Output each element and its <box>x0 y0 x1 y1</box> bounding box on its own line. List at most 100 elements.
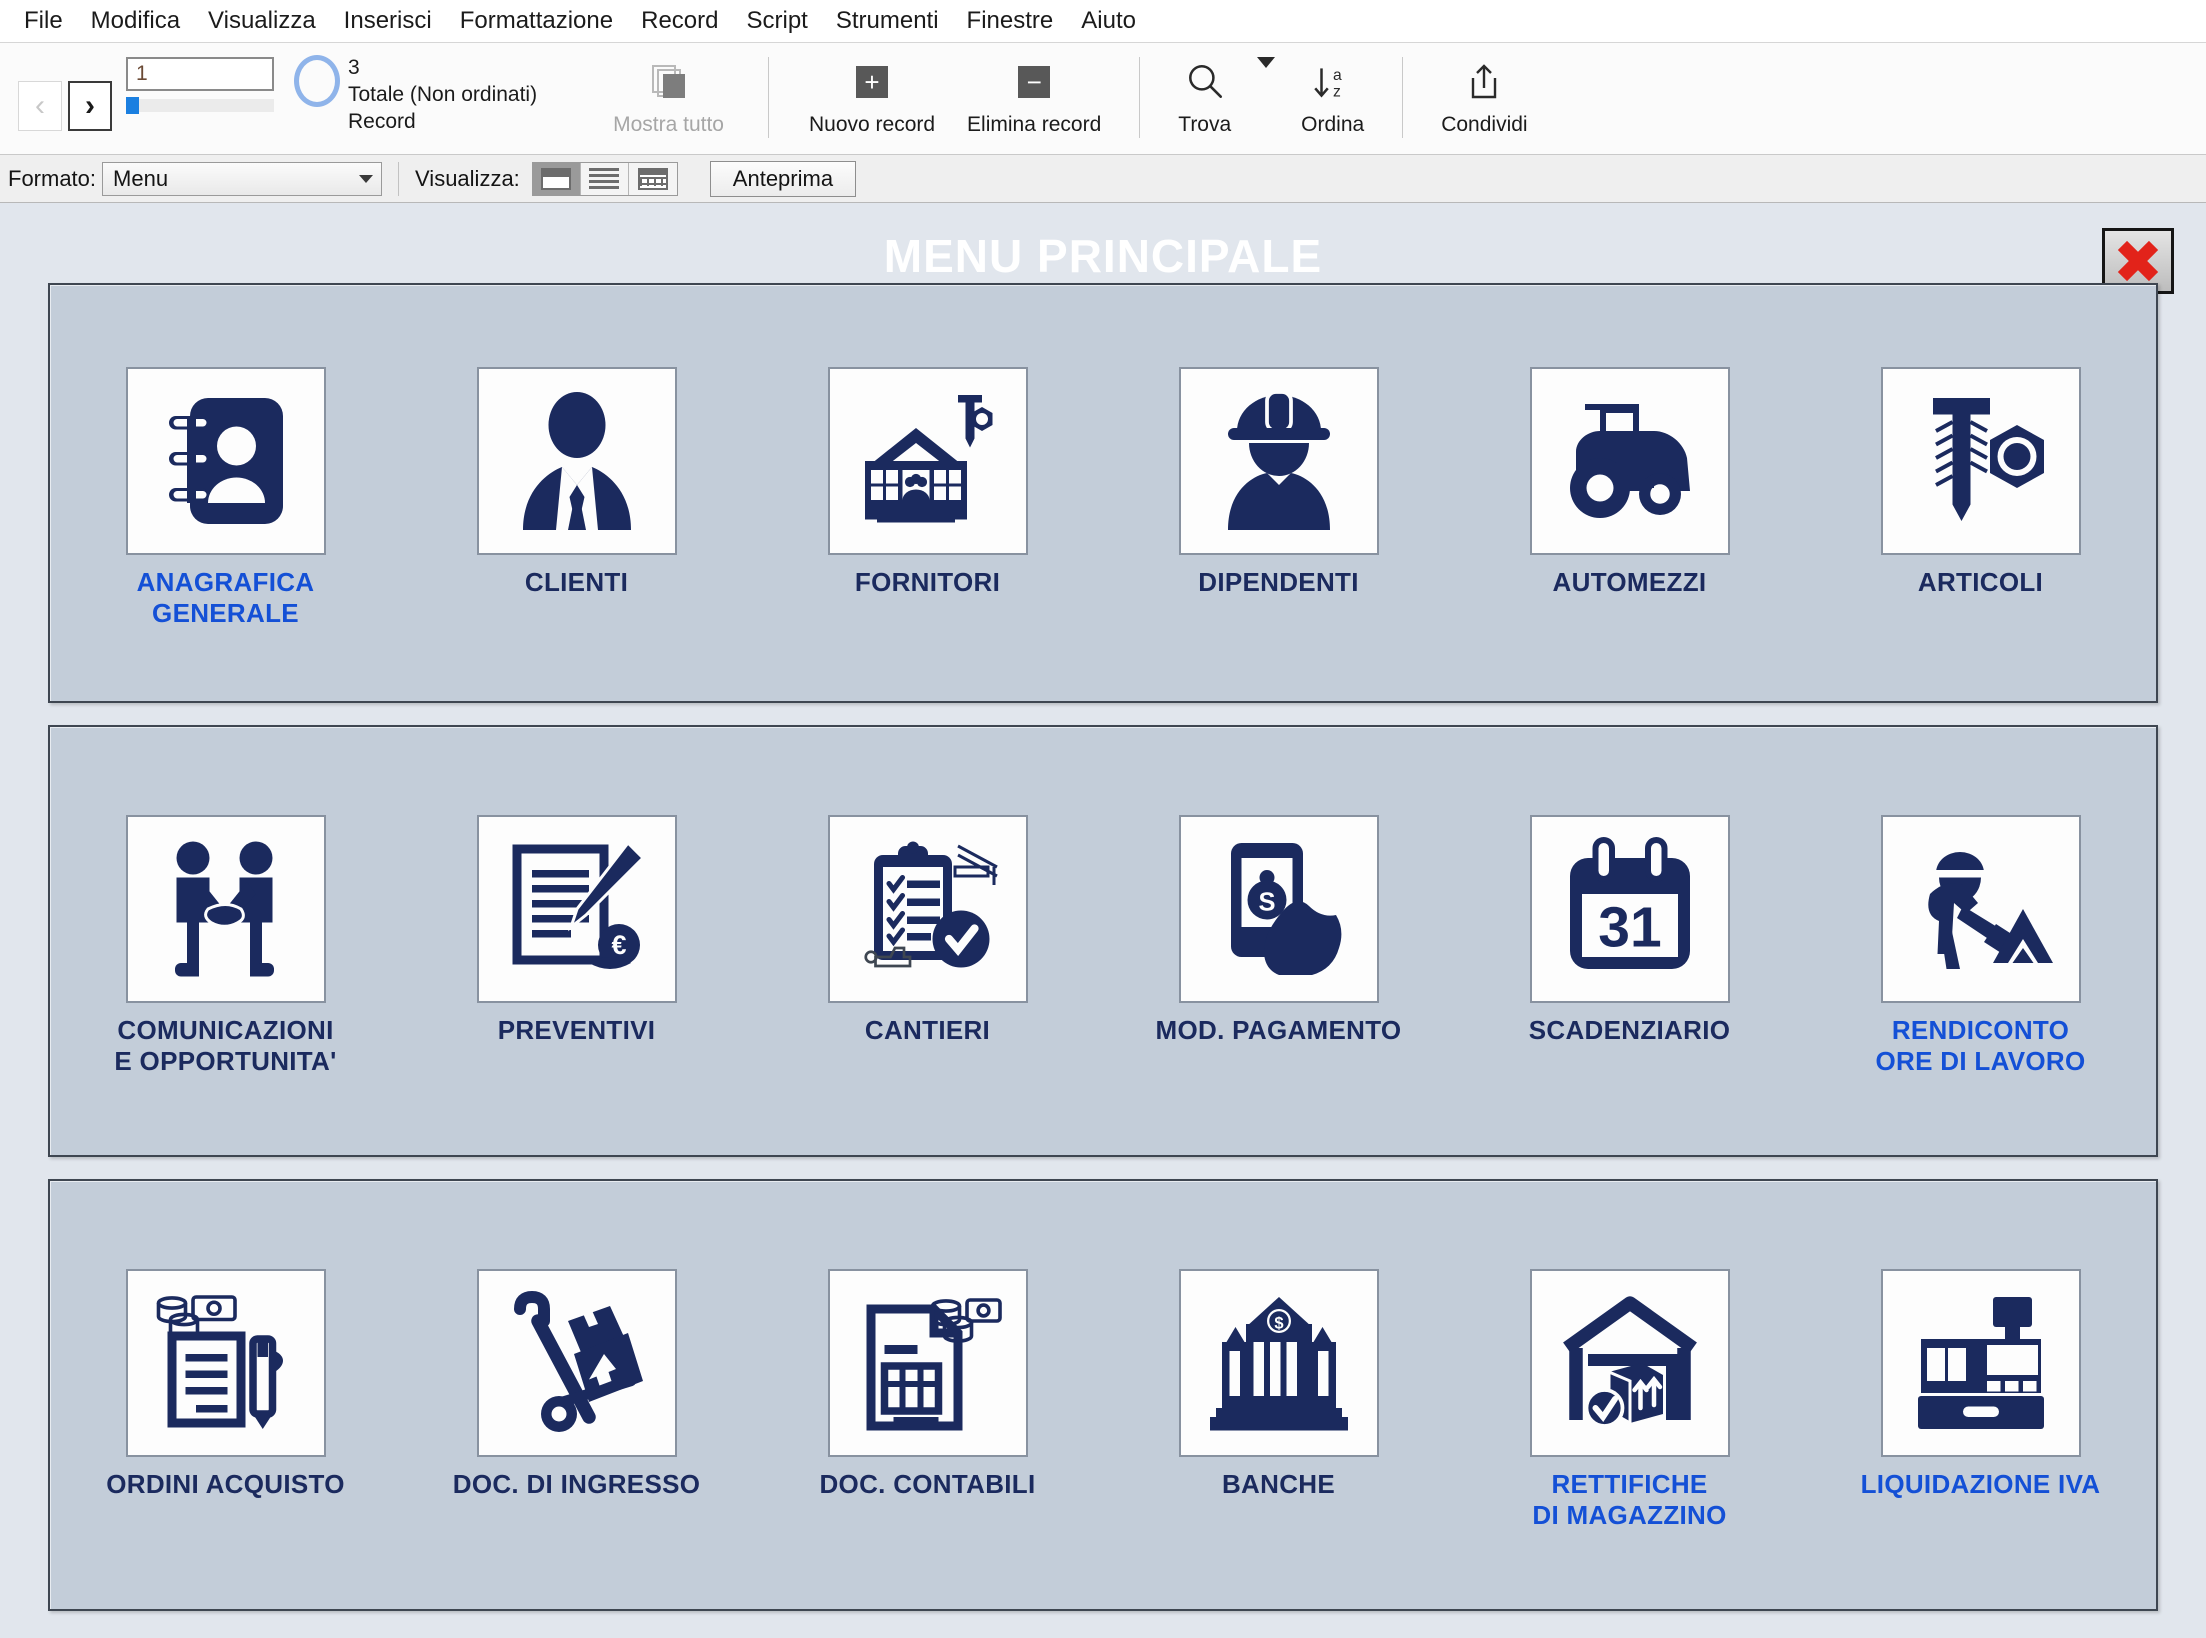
record-total-count: 3 <box>348 56 360 79</box>
svg-text:S: S <box>1258 889 1275 917</box>
worker-shovel-icon <box>1880 815 2081 1003</box>
tile-articoli[interactable]: ARTICOLI <box>1851 367 2111 598</box>
svg-text:31: 31 <box>1598 896 1661 960</box>
tile-label: DOC. CONTABILI <box>819 1469 1036 1499</box>
toolbar-separator-1 <box>767 57 769 138</box>
menu-item-aiuto[interactable]: Aiuto <box>1067 3 1150 39</box>
record-slider[interactable] <box>126 97 274 114</box>
previous-record-button[interactable]: ‹ <box>18 80 62 131</box>
document-pencil-euro-icon: € <box>476 815 677 1003</box>
menu-item-finestre[interactable]: Finestre <box>953 3 1068 39</box>
layout-canvas: MENU PRINCIPALE ANAGRAFICA GENERALE CLIE… <box>0 203 2206 1638</box>
found-set-pie-icon <box>294 55 340 107</box>
minus-glyph: − <box>1018 66 1051 98</box>
format-label: Formato: <box>8 165 97 191</box>
new-record-label: Nuovo record <box>808 113 936 136</box>
tile-automezzi[interactable]: AUTOMEZZI <box>1500 367 1760 598</box>
delete-record-button[interactable]: − Elimina record <box>951 43 1117 154</box>
share-label: Condividi <box>1441 113 1528 136</box>
delete-record-label: Elimina record <box>967 113 1102 136</box>
tile-doc-ingresso[interactable]: DOC. DI INGRESSO <box>447 1269 707 1500</box>
menu-item-script[interactable]: Script <box>732 3 821 39</box>
record-slider-thumb[interactable] <box>126 97 139 114</box>
svg-text:$: $ <box>1274 1315 1283 1333</box>
plus-icon: + <box>856 57 889 107</box>
tile-clienti[interactable]: CLIENTI <box>447 367 707 598</box>
tile-scadenziario[interactable]: 31 SCADENZIARIO <box>1500 815 1760 1046</box>
record-number-input[interactable]: 1 <box>126 57 274 91</box>
menu-item-modifica[interactable]: Modifica <box>77 3 194 39</box>
tile-label: MOD. PAGAMENTO <box>1155 1015 1402 1045</box>
tile-label: DIPENDENTI <box>1198 567 1359 597</box>
tile-label: AUTOMEZZI <box>1552 567 1707 597</box>
tile-comunicazioni-opportunita[interactable]: COMUNICAZIONI E OPPORTUNITA' <box>96 815 356 1076</box>
toolbar-separator-3 <box>1402 57 1404 138</box>
menu-item-formattazione[interactable]: Formattazione <box>446 3 627 39</box>
view-mode-table-button[interactable] <box>628 162 677 195</box>
preview-button[interactable]: Anteprima <box>709 160 857 197</box>
new-record-button[interactable]: + Nuovo record <box>793 43 951 154</box>
panel-documenti: ORDINI ACQUISTO DOC. DI INGRESSO DOC. CO… <box>48 1179 2158 1611</box>
record-sort-status: Totale (Non ordinati) <box>348 82 538 106</box>
tile-label: COMUNICAZIONI E OPPORTUNITA' <box>114 1015 337 1076</box>
tile-preventivi[interactable]: € PREVENTIVI <box>447 815 707 1046</box>
share-button[interactable]: Condividi <box>1425 43 1543 154</box>
mobile-payment-icon: S <box>1178 815 1379 1003</box>
warehouse-screw-icon <box>827 367 1028 555</box>
record-word-label: Record <box>348 109 416 133</box>
tile-ordini-acquisto[interactable]: ORDINI ACQUISTO <box>96 1269 356 1500</box>
show-all-button[interactable]: Mostra tutto <box>597 43 740 154</box>
calendar-31-icon: 31 <box>1529 815 1730 1003</box>
sort-label: Ordina <box>1301 113 1365 136</box>
tile-liquidazione-iva[interactable]: LIQUIDAZIONE IVA <box>1851 1269 2111 1500</box>
layout-select[interactable]: Menu <box>102 161 383 196</box>
share-upload-icon <box>1464 57 1504 107</box>
formatbar-separator <box>398 161 400 196</box>
find-button[interactable]: Trova <box>1162 43 1247 137</box>
view-mode-list-button[interactable] <box>580 162 629 195</box>
warehouse-check-icon <box>1529 1269 1730 1457</box>
stacked-records-icon <box>649 57 689 107</box>
tile-label: ARTICOLI <box>1917 567 2044 597</box>
record-count-group: 3 Totale (Non ordinati) Record <box>294 55 537 154</box>
menu-bar: File Modifica Visualizza Inserisci Forma… <box>0 0 2206 42</box>
order-pen-money-icon <box>125 1269 326 1457</box>
tile-mod-pagamento[interactable]: S MOD. PAGAMENTO <box>1149 815 1409 1046</box>
tile-cantieri[interactable]: CANTIERI <box>798 815 1058 1046</box>
tile-label: BANCHE <box>1221 1469 1336 1499</box>
sort-button[interactable]: a z Ordina <box>1285 43 1380 154</box>
tile-doc-contabili[interactable]: DOC. CONTABILI <box>798 1269 1058 1500</box>
view-label: Visualizza: <box>415 165 520 191</box>
invoice-money-icon <box>827 1269 1028 1457</box>
panel-operativo: COMUNICAZIONI E OPPORTUNITA' € PREVENTIV… <box>48 725 2158 1157</box>
record-navigation: ‹ › <box>18 57 112 154</box>
find-label: Trova <box>1178 113 1232 136</box>
tile-label: LIQUIDAZIONE IVA <box>1860 1469 2101 1499</box>
hand-truck-box-icon <box>476 1269 677 1457</box>
tile-anagrafica-generale[interactable]: ANAGRAFICA GENERALE <box>96 367 356 628</box>
tile-banche[interactable]: $ BANCHE <box>1149 1269 1409 1500</box>
tile-rettifiche-magazzino[interactable]: RETTIFICHE DI MAGAZZINO <box>1500 1269 1760 1530</box>
tile-label: CLIENTI <box>524 567 629 597</box>
minus-icon: − <box>1018 57 1051 107</box>
next-record-button[interactable]: › <box>68 80 112 131</box>
menu-item-inserisci[interactable]: Inserisci <box>330 3 446 39</box>
plus-glyph: + <box>856 66 889 98</box>
tile-label: SCADENZIARIO <box>1528 1015 1731 1045</box>
search-icon <box>1184 57 1226 107</box>
tile-rendiconto-ore[interactable]: RENDICONTO ORE DI LAVORO <box>1851 815 2111 1076</box>
tile-fornitori[interactable]: FORNITORI <box>798 367 1058 598</box>
find-chevron-down-icon[interactable] <box>1257 57 1276 68</box>
tile-label: DOC. DI INGRESSO <box>452 1469 701 1499</box>
record-number-group: 1 <box>126 57 274 154</box>
menu-item-record[interactable]: Record <box>627 3 732 39</box>
tile-label: ORDINI ACQUISTO <box>106 1469 345 1499</box>
tile-dipendenti[interactable]: DIPENDENTI <box>1149 367 1409 598</box>
menu-item-visualizza[interactable]: Visualizza <box>194 3 330 39</box>
menu-item-file[interactable]: File <box>10 3 77 39</box>
tile-label: ANAGRAFICA GENERALE <box>136 567 315 628</box>
cash-register-icon <box>1880 1269 2081 1457</box>
view-mode-form-button[interactable] <box>532 162 581 195</box>
menu-item-strumenti[interactable]: Strumenti <box>822 3 953 39</box>
svg-text:€: € <box>611 930 626 960</box>
